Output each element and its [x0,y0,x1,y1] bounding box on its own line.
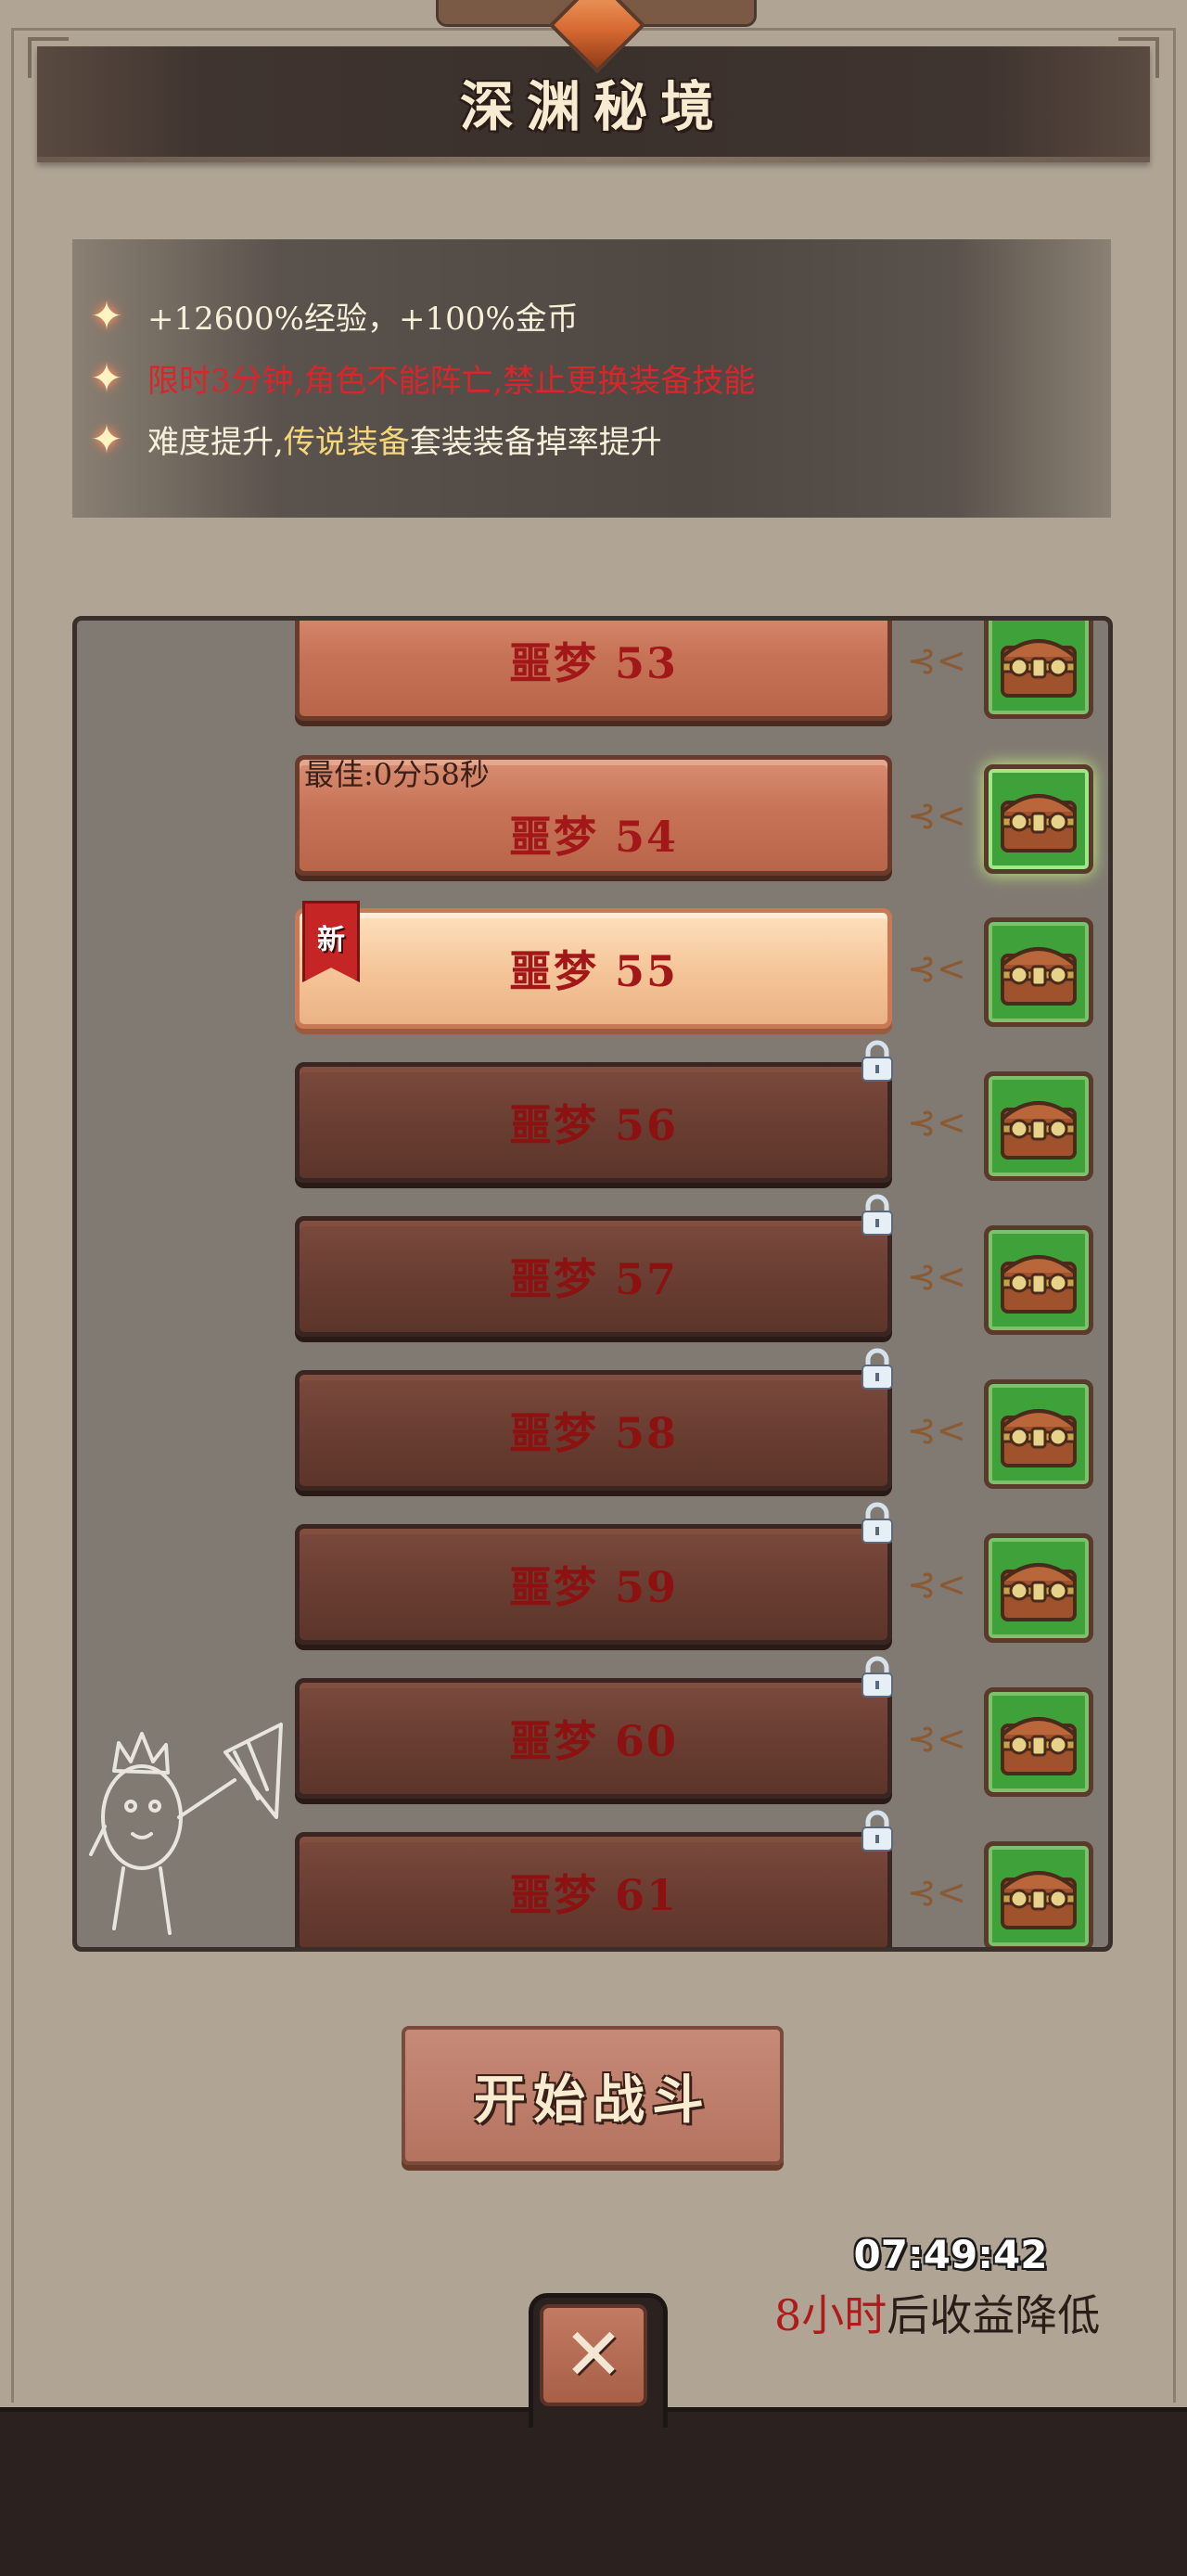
level-plank-locked[interactable]: 噩梦 58 [295,1370,892,1491]
arrow-connector-icon: ⊰< [907,640,966,681]
start-battle-label: 开始战斗 [474,2069,711,2131]
level-plank-locked[interactable]: 噩梦 57 [295,1216,892,1337]
chest-graphic [1001,1101,1077,1160]
chest-graphic [1001,1409,1077,1467]
level-label: 噩梦 59 [508,1562,679,1612]
star-icon: ✦ [90,416,123,462]
treasure-chest-icon[interactable] [984,1071,1093,1181]
level-label: 噩梦 56 [508,1100,679,1150]
level-plank-locked[interactable]: 噩梦 61 [295,1832,892,1947]
chest-graphic [1001,1255,1077,1314]
drops-text-rate: 掉率提升 [535,423,662,461]
treasure-chest-icon[interactable] [984,917,1093,1027]
reward-decay-notice: 8小时后收益降低 [774,2282,1100,2343]
star-icon: ✦ [90,292,123,339]
level-plank-locked[interactable]: 噩梦 56 [295,1062,892,1183]
treasure-chest-icon[interactable] [984,1533,1093,1643]
level-label: 噩梦 58 [508,1408,679,1458]
chest-graphic [1001,1717,1077,1775]
close-icon: ✕ [563,2313,624,2397]
level-row-61[interactable]: 噩梦 61 ⊰< [77,1810,1108,1947]
treasure-chest-icon[interactable] [984,1225,1093,1335]
start-battle-button[interactable]: 开始战斗 [402,2026,784,2165]
chest-graphic [1001,794,1077,852]
level-label: 噩梦 61 [508,1870,679,1920]
arrow-connector-icon: ⊰< [907,1102,966,1143]
treasure-chest-icon[interactable] [984,1841,1093,1947]
level-row-60[interactable]: 噩梦 60 ⊰< [77,1656,1108,1817]
lock-icon [862,1348,893,1390]
bottom-bar [0,2407,1187,2576]
drops-text-set: 套装装备 [409,423,536,461]
treasure-chest-icon[interactable] [984,1379,1093,1489]
level-plank-locked[interactable]: 噩梦 59 [295,1524,892,1645]
arrow-connector-icon: ⊰< [907,1256,966,1297]
treasure-chest-icon[interactable] [984,1687,1093,1797]
level-label: 噩梦 57 [508,1254,679,1304]
lock-icon [862,1502,893,1544]
level-label: 噩梦 54 [508,812,679,862]
bonus-info-box: ✦ +12600%经验，+100%金币 ✦ 限时3分钟,角色不能阵亡,禁止更换装… [72,239,1111,518]
rules-text: 限时3分钟,角色不能阵亡,禁止更换装备技能 [147,362,756,400]
arrow-connector-icon: ⊰< [907,795,966,836]
level-label: 噩梦 53 [508,638,679,688]
info-line-drops: ✦ 难度提升, 传说装备 套装装备 掉率提升 [86,416,662,462]
main-panel: 深渊秘境 ✦ +12600%经验，+100%金币 ✦ 限时3分钟,角色不能阵亡,… [0,0,1187,2412]
drops-text-1: 难度提升, [147,423,284,461]
level-row-55[interactable]: 噩梦 55 新 ⊰< [77,901,1108,1047]
level-plank-locked[interactable]: 噩梦 60 [295,1678,892,1799]
arrow-connector-icon: ⊰< [907,1564,966,1605]
chest-graphic [1001,1563,1077,1621]
arrow-connector-icon: ⊰< [907,948,966,989]
info-line-rules: ✦ 限时3分钟,角色不能阵亡,禁止更换装备技能 [86,354,755,401]
chest-graphic [1001,1871,1077,1929]
level-row-58[interactable]: 噩梦 58 ⊰< [77,1348,1108,1509]
lock-icon [862,1656,893,1698]
level-row-57[interactable]: 噩梦 57 ⊰< [77,1194,1108,1355]
level-plank[interactable]: 噩梦 53 [295,621,892,721]
countdown-timer: 07:49:42 [853,2232,1048,2277]
info-line-bonus: ✦ +12600%经验，+100%金币 [86,292,579,339]
best-time-label: 最佳:0分58秒 [304,757,490,792]
close-button[interactable]: ✕ [540,2304,647,2406]
lock-icon [862,1194,893,1236]
drops-text-legend: 传说装备 [283,423,410,461]
level-label: 噩梦 60 [508,1716,679,1766]
level-label: 噩梦 55 [508,946,679,996]
bonus-text: +12600%经验，+100%金币 [147,300,579,338]
level-list[interactable]: 噩梦 53 ⊰< 噩梦 54 最佳:0分58秒 ⊰< 噩梦 55 新 ⊰< 噩梦… [72,616,1113,1952]
decay-text: 后收益降低 [887,2290,1101,2340]
page-title: 深渊秘境 [459,75,727,138]
level-row-59[interactable]: 噩梦 59 ⊰< [77,1502,1108,1663]
treasure-chest-icon[interactable] [984,621,1093,719]
new-badge-label: 新 [317,924,345,956]
level-row-56[interactable]: 噩梦 56 ⊰< [77,1040,1108,1201]
level-row-54[interactable]: 噩梦 54 最佳:0分58秒 ⊰< [77,755,1108,894]
star-icon: ✦ [90,354,123,401]
level-row-53[interactable]: 噩梦 53 ⊰< [77,621,1108,739]
level-plank-selected[interactable]: 噩梦 55 [295,908,892,1029]
arrow-connector-icon: ⊰< [907,1410,966,1451]
lock-icon [862,1040,893,1082]
arrow-connector-icon: ⊰< [907,1718,966,1759]
chest-graphic [1001,639,1077,698]
lock-icon [862,1810,893,1852]
arrow-connector-icon: ⊰< [907,1872,966,1913]
treasure-chest-icon[interactable] [984,764,1093,874]
chest-graphic [1001,947,1077,1006]
decay-hours: 8小时 [774,2290,887,2340]
